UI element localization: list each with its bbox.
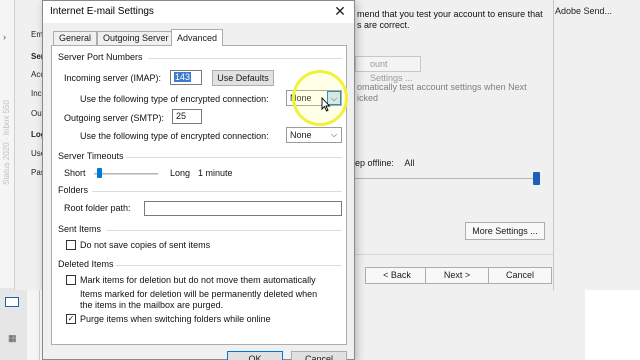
offline-slider-thumb[interactable] [533,172,540,185]
encryption-select-outgoing[interactable]: None ⌵ [286,127,342,143]
background-account-settings: mend that you test your account to ensur… [355,0,640,360]
outgoing-port-value: 25 [176,111,187,121]
deletion-note-line: the items in the mailbox are purged. [80,300,224,310]
incoming-port-value: 143 [174,72,192,82]
chevron-down-icon[interactable]: ⌵ [327,128,341,142]
mouse-pointer-icon [321,97,331,112]
outgoing-port-field[interactable]: 25 [172,109,202,124]
mail-icon[interactable] [5,297,19,307]
back-button[interactable]: < Back [365,267,429,284]
outgoing-server-label: Outgoing server (SMTP): [64,113,165,123]
purge-items-label: Purge items when switching folders while… [80,314,271,324]
tab-general[interactable]: General [53,31,98,46]
do-not-save-sent-label: Do not save copies of sent items [80,240,211,250]
group-divider [126,157,342,158]
offline-label: ep offline: All [355,158,414,168]
encryption-value-outgoing: None [290,130,312,140]
use-defaults-button[interactable]: Use Defaults [212,70,274,86]
offline-slider-track[interactable] [355,178,537,179]
tab-advanced[interactable]: Advanced [171,29,224,46]
title-bar: Internet E-mail Settings ✕ [43,1,354,23]
vertical-folder-text: Status 2020 · Inbox 550 [2,100,11,185]
incoming-port-field[interactable]: 143 [170,70,202,85]
browser-edge [553,0,554,290]
mark-for-deletion-label: Mark items for deletion but do not move … [80,275,316,285]
root-folder-field[interactable] [144,201,342,216]
text-line: omatically test account settings when Ne… [357,82,527,92]
group-server-timeouts: Server Timeouts [58,151,124,161]
offline-label-text: ep offline: [355,158,394,168]
test-account-settings-button: ount Settings ... [355,56,421,83]
check-mark-icon: ✓ [67,314,75,323]
text-line: mend that you test your account to ensur… [357,9,543,19]
ok-button[interactable]: OK [227,351,283,360]
group-divider [116,265,342,266]
internet-email-settings-dialog: Internet E-mail Settings ✕ General Outgo… [42,0,355,360]
background-cancel-button[interactable]: Cancel [488,267,552,284]
group-divider [106,230,342,231]
root-folder-label: Root folder path: [64,203,131,213]
group-server-ports: Server Port Numbers [58,52,143,62]
incoming-server-label: Incoming server (IMAP): [64,73,162,83]
text-line: icked [357,93,379,103]
encryption-label-incoming: Use the following type of encrypted conn… [80,94,269,104]
dialog-title: Internet E-mail Settings [50,6,154,17]
timeout-short-label: Short [64,168,86,178]
group-deleted-items: Deleted Items [58,259,114,269]
timeout-slider-thumb[interactable] [97,168,103,178]
cancel-button[interactable]: Cancel [291,351,347,360]
group-divider [92,191,342,192]
purge-items-checkbox[interactable]: ✓ [66,314,76,324]
tab-outgoing-server[interactable]: Outgoing Server [97,31,175,46]
group-divider [148,58,342,59]
timeout-long-label: Long [170,168,191,178]
group-folders: Folders [58,185,89,195]
close-icon[interactable]: ✕ [332,3,348,19]
more-settings-button[interactable]: More Settings ... [465,222,545,240]
group-sent-items: Sent Items [58,224,102,234]
deletion-note-line: Items marked for deletion will be perman… [80,289,318,299]
browser-tab-label[interactable]: Adobe Send... [555,6,612,16]
calendar-grid-icon[interactable]: ▦ [8,333,17,344]
next-button[interactable]: Next > [425,267,489,284]
divider [355,254,553,255]
arrow-right-icon: › [3,32,6,42]
auto-test-text: omatically test account settings when Ne… [357,82,537,104]
do-not-save-sent-checkbox[interactable] [66,240,76,250]
text-line: s are correct. [357,20,410,30]
timeout-value: 1 minute [198,168,233,178]
offline-value: All [404,158,415,168]
timeout-slider-track[interactable] [94,173,158,175]
cursor-highlight [292,70,348,126]
test-account-text: mend that you test your account to ensur… [357,9,557,31]
encryption-label-outgoing: Use the following type of encrypted conn… [80,131,269,141]
blank-area [585,290,640,360]
mark-for-deletion-checkbox[interactable] [66,275,76,285]
